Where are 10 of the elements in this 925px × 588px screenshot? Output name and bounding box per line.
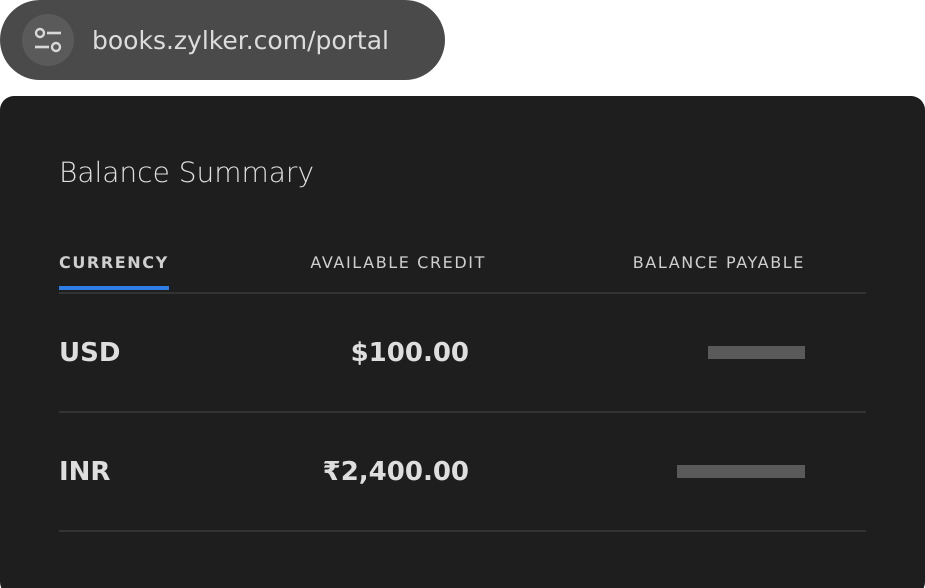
currency-code: USD bbox=[59, 338, 120, 368]
url-text: books.zylker.com/portal bbox=[92, 26, 389, 54]
column-header[interactable]: CURRENCY bbox=[59, 253, 169, 290]
address-bar[interactable]: books.zylker.com/portal bbox=[0, 0, 445, 80]
column-header[interactable]: BALANCE PAYABLE bbox=[632, 253, 805, 290]
available-credit-amount: ₹2,400.00 bbox=[322, 456, 469, 486]
card-title: Balance Summary bbox=[59, 156, 316, 189]
column-header[interactable]: AVAILABLE CREDIT bbox=[310, 253, 486, 290]
available-credit-amount: $100.00 bbox=[350, 338, 469, 368]
currency-code: INR bbox=[59, 456, 110, 486]
